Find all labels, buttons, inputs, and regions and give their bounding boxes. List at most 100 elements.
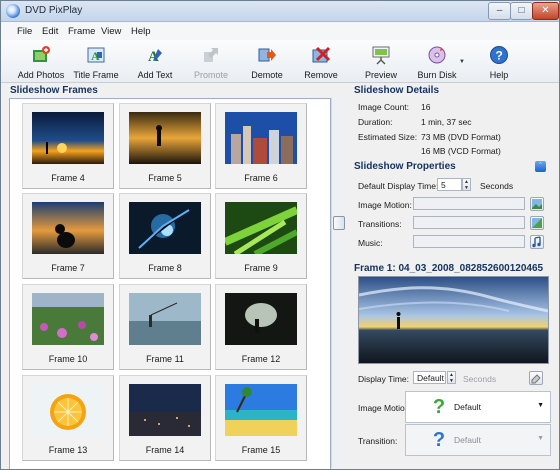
help-label: Help	[489, 70, 509, 80]
slideshow-details-heading: Slideshow Details	[354, 85, 440, 96]
burn-disk-dropdown-arrow-icon[interactable]: ▼	[459, 59, 465, 65]
frame-card[interactable]: Frame 5	[119, 103, 211, 189]
frame-label: Frame 14	[145, 445, 185, 455]
frame-label: Frame 4	[51, 173, 85, 183]
orange-slice-photo	[32, 384, 104, 436]
frame-card[interactable]: Frame 13	[22, 375, 114, 461]
image-count-label: Image Count:	[358, 102, 410, 112]
frame-card[interactable]: Frame 4	[22, 103, 114, 189]
menu-view[interactable]: View	[101, 26, 121, 37]
close-button[interactable]: ✕	[532, 2, 559, 20]
display-time-label: Display Time:	[358, 374, 410, 384]
demote-label: Demote	[251, 70, 283, 80]
default-display-time-seconds: Seconds	[480, 181, 514, 191]
frame-card[interactable]: Frame 10	[22, 284, 114, 370]
music-note-icon	[532, 236, 541, 248]
image-motion-label-frame: Image Motion:	[358, 403, 412, 413]
transitions-picker-button[interactable]	[530, 216, 544, 230]
landscape-image-icon	[532, 199, 542, 209]
frame-card[interactable]: Frame 12	[215, 284, 307, 370]
add-photos-label: Add Photos	[17, 70, 65, 80]
add-text-button[interactable]: A Add Text	[135, 45, 175, 80]
scrollbar-thumb[interactable]	[333, 216, 345, 230]
add-photos-icon	[33, 46, 50, 62]
image-motion-dropdown[interactable]: ? Default ▼	[405, 391, 551, 423]
slideshow-music-field	[413, 235, 525, 248]
size-dvd-value: 73 MB (DVD Format)	[421, 132, 501, 142]
city-night-photo	[129, 384, 201, 436]
display-time-spinner[interactable]: ▲ ▼	[447, 371, 456, 384]
menu-frame[interactable]: Frame	[68, 26, 95, 37]
menu-bar: File Edit Frame View Help	[1, 22, 559, 40]
beach-photo	[225, 384, 297, 436]
frame-card[interactable]: Frame 7	[22, 193, 114, 279]
preview-label: Preview	[364, 70, 397, 80]
transition-label: Transition:	[358, 436, 398, 446]
music-picker-button[interactable]	[530, 235, 544, 249]
duration-label: Duration:	[358, 117, 393, 127]
default-display-time-label: Default Display Time:	[358, 181, 439, 191]
preview-button[interactable]: Preview	[361, 45, 401, 80]
remove-button[interactable]: Remove	[301, 45, 341, 80]
question-mark-icon: ?	[432, 429, 446, 451]
transition-value: Default	[454, 435, 481, 445]
transition-image-icon	[532, 218, 542, 228]
dropdown-arrow-icon: ▼	[537, 435, 544, 442]
demote-arrow-icon	[258, 48, 276, 62]
burn-disk-label: Burn Disk	[417, 70, 457, 80]
disk-icon	[428, 46, 446, 64]
image-count-value: 16	[421, 102, 431, 112]
transition-dropdown[interactable]: ? Default ▼	[405, 424, 551, 456]
gallery-scrollbar[interactable]	[331, 98, 345, 468]
promote-label: Promote	[193, 70, 228, 80]
frame-card[interactable]: Frame 9	[215, 193, 307, 279]
transitions-label: Transitions:	[358, 219, 402, 229]
dvd-app-icon	[6, 4, 20, 18]
eraser-button[interactable]	[529, 371, 543, 385]
image-motion-picker-button[interactable]	[530, 197, 544, 211]
help-button[interactable]: ? Help	[483, 45, 515, 80]
green-leaves-photo	[225, 202, 297, 254]
eraser-icon	[531, 374, 541, 384]
cave-light-photo	[225, 293, 297, 345]
slideshow-properties-heading: Slideshow Properties	[354, 161, 456, 172]
default-display-time-spinner[interactable]: ▲ ▼	[462, 178, 471, 191]
projector-screen-icon	[372, 46, 390, 65]
person-sunset-photo	[129, 112, 201, 164]
title-bar: DVD PixPlay – □ ✕	[1, 1, 559, 22]
minimize-button[interactable]: –	[488, 2, 511, 20]
frame-card[interactable]: Frame 8	[119, 193, 211, 279]
menu-edit[interactable]: Edit	[42, 26, 58, 37]
menu-help[interactable]: Help	[131, 26, 151, 37]
estimated-size-label: Estimated Size:	[358, 132, 418, 142]
display-time-input[interactable]: Default	[413, 371, 446, 384]
promote-button[interactable]: Promote	[191, 45, 231, 80]
title-frame-icon: A	[87, 47, 105, 63]
maximize-button[interactable]: □	[510, 2, 533, 20]
frame-preview-image	[358, 276, 549, 364]
menu-file[interactable]: File	[17, 26, 32, 37]
title-frame-label: Title Frame	[73, 70, 119, 80]
promote-arrow-icon	[204, 48, 218, 62]
add-text-label: Add Text	[137, 70, 173, 80]
slideshow-image-motion-field	[413, 197, 525, 210]
properties-panel: Slideshow Details Image Count: 16 Durati…	[350, 82, 558, 468]
size-vcd-value: 16 MB (VCD Format)	[421, 146, 501, 156]
app-window: DVD PixPlay – □ ✕ File Edit Frame View H…	[0, 0, 560, 470]
add-photos-button[interactable]: Add Photos	[15, 45, 67, 80]
frame-label: Frame 12	[241, 354, 281, 364]
music-label: Music:	[358, 238, 383, 248]
collapse-chevron-icon[interactable]: ˆ	[535, 161, 546, 172]
default-display-time-input[interactable]: 5	[437, 178, 462, 191]
image-motion-label: Image Motion:	[358, 200, 412, 210]
burn-disk-button[interactable]: Burn Disk	[415, 45, 459, 80]
toolbar: Add Photos A Title Frame A Add Text Prom…	[1, 40, 559, 83]
slideshow-transitions-field	[413, 216, 525, 229]
frame-card[interactable]: Frame 15	[215, 375, 307, 461]
demote-button[interactable]: Demote	[247, 45, 287, 80]
frame-card[interactable]: Frame 11	[119, 284, 211, 370]
frame-label: Frame 7	[51, 263, 85, 273]
title-frame-button[interactable]: A Title Frame	[71, 45, 121, 80]
frame-card[interactable]: Frame 14	[119, 375, 211, 461]
frame-card[interactable]: Frame 6	[215, 103, 307, 189]
